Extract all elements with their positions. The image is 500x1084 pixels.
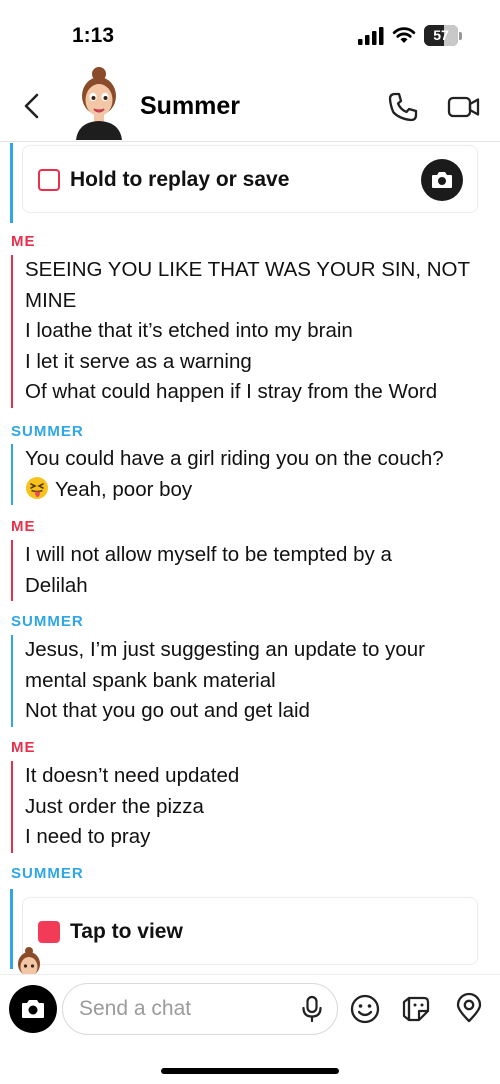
unopened-snap-icon bbox=[38, 921, 60, 943]
sender-label: ME bbox=[11, 233, 36, 250]
message-text: I need to pray bbox=[25, 825, 151, 848]
smiley-icon[interactable] bbox=[349, 993, 381, 1025]
message-text: mental spank bank material bbox=[25, 668, 276, 692]
message-text: Not that you go out and get laid bbox=[25, 699, 310, 722]
chat-composer bbox=[0, 974, 500, 1084]
friend-typing-bitmoji bbox=[18, 947, 40, 974]
chat-header: Summer bbox=[0, 67, 500, 142]
location-pin-icon[interactable] bbox=[453, 992, 485, 1024]
message-text: You could have a girl riding you on the … bbox=[25, 447, 444, 470]
wifi-icon bbox=[392, 27, 416, 43]
message-group[interactable]: SEEING YOU LIKE THAT WAS YOUR SIN, NOT M… bbox=[11, 255, 491, 408]
message-text: MINE bbox=[25, 288, 77, 312]
snap-label: Tap to view bbox=[70, 920, 183, 943]
camera-reply-button[interactable] bbox=[421, 159, 463, 201]
message-text: Of what could happen if I stray from the… bbox=[25, 380, 438, 403]
squinting-face-with-tongue-emoji bbox=[26, 476, 48, 499]
cellular-signal-icon bbox=[358, 27, 384, 45]
video-camera-icon[interactable] bbox=[446, 92, 482, 122]
message-group[interactable]: You could have a girl riding you on the … bbox=[11, 444, 491, 505]
status-bar: 1:13 57 bbox=[0, 0, 500, 70]
replayable-snap[interactable]: Hold to replay or save bbox=[22, 145, 478, 213]
chat-thread[interactable]: Hold to replay or save ME SEEING YOU LIK… bbox=[0, 143, 500, 973]
sender-label: SUMMER bbox=[11, 613, 84, 630]
message-text: Delilah bbox=[25, 573, 88, 597]
message-group[interactable]: It doesn’t need updated Just order the p… bbox=[11, 761, 491, 853]
camera-icon bbox=[432, 172, 452, 188]
sticker-icon[interactable] bbox=[400, 993, 432, 1025]
home-indicator[interactable] bbox=[161, 1068, 339, 1074]
message-group[interactable]: Jesus, I’m just suggesting an update to … bbox=[11, 635, 491, 727]
back-chevron-icon[interactable] bbox=[14, 88, 50, 124]
snap-label: Hold to replay or save bbox=[70, 168, 290, 191]
camera-icon bbox=[22, 1000, 44, 1018]
battery-level: 57 bbox=[433, 27, 449, 43]
chat-input[interactable] bbox=[79, 992, 291, 1026]
battery-nub bbox=[459, 32, 462, 40]
message-text: Just order the pizza bbox=[25, 794, 204, 818]
message-text: I loathe that it’s etched into my brain bbox=[25, 319, 353, 342]
snap-thread-bar bbox=[10, 143, 13, 223]
message-text: It doesn’t need updated bbox=[25, 764, 240, 787]
chat-title[interactable]: Summer bbox=[140, 92, 240, 121]
message-with-emoji: Yeah, poor boy bbox=[25, 475, 491, 506]
sender-label: SUMMER bbox=[11, 865, 84, 882]
microphone-icon[interactable] bbox=[297, 994, 327, 1024]
message-group[interactable]: I will not allow myself to be tempted by… bbox=[11, 540, 491, 601]
sender-label: SUMMER bbox=[11, 423, 84, 440]
sender-label: ME bbox=[11, 518, 36, 535]
friend-bitmoji-avatar[interactable] bbox=[70, 66, 132, 140]
camera-button[interactable] bbox=[9, 985, 57, 1033]
message-text: Yeah, poor boy bbox=[55, 477, 193, 501]
unopened-snap[interactable]: Tap to view bbox=[22, 897, 478, 965]
opened-snap-icon bbox=[38, 169, 60, 191]
message-text: Jesus, I’m just suggesting an update to … bbox=[25, 638, 425, 661]
message-text: I will not allow myself to be tempted by… bbox=[25, 543, 392, 566]
battery-indicator: 57 bbox=[424, 25, 458, 46]
message-text: SEEING YOU LIKE THAT WAS YOUR SIN, NOT bbox=[25, 258, 471, 281]
phone-icon[interactable] bbox=[386, 90, 420, 124]
sender-label: ME bbox=[11, 739, 36, 756]
chat-input-container[interactable] bbox=[62, 983, 338, 1035]
message-text: I let it serve as a warning bbox=[25, 349, 252, 373]
status-time: 1:13 bbox=[72, 24, 115, 47]
